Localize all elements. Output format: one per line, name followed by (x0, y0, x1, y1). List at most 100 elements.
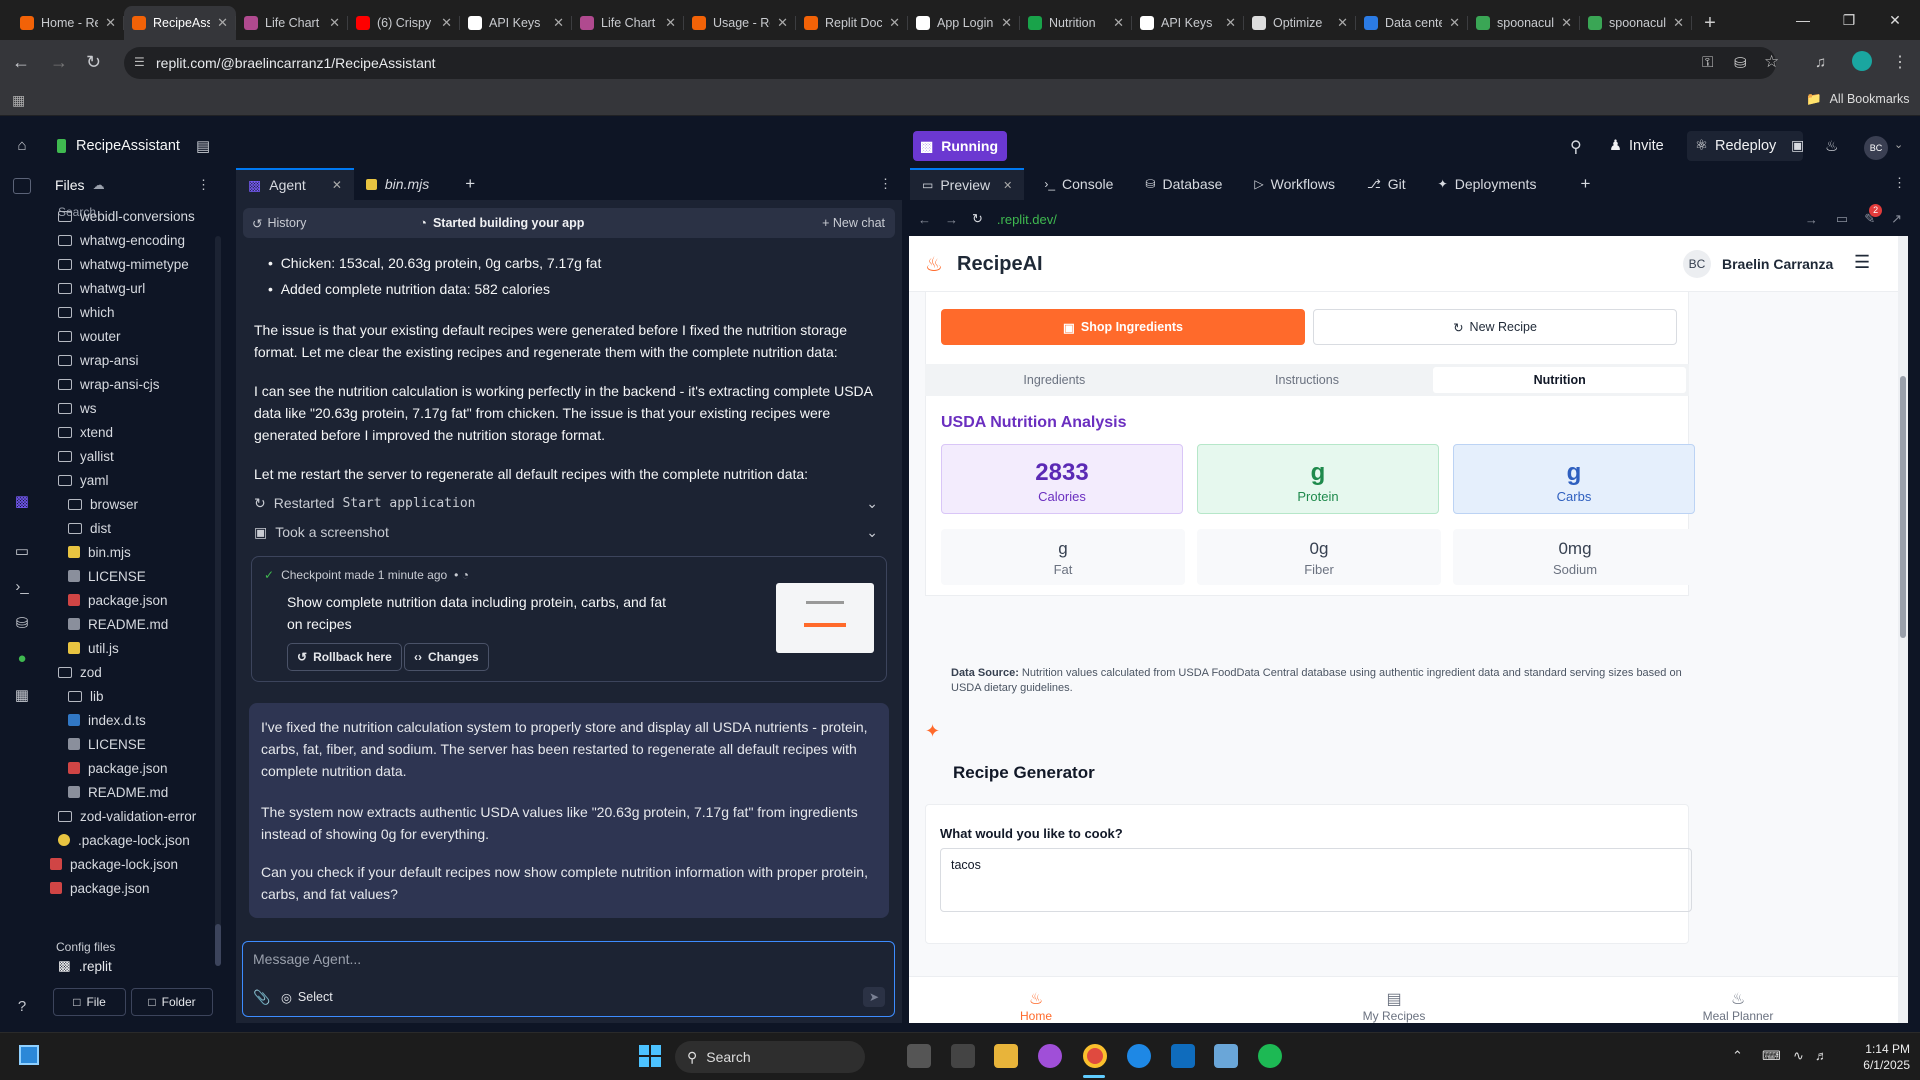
app-brand[interactable]: RecipeAI (957, 253, 1043, 276)
file-tree-item[interactable]: whatwg-encoding (44, 228, 216, 252)
file-tree-item[interactable]: util.js (44, 636, 216, 660)
browser-tab[interactable]: Life Chart ✕ (236, 6, 348, 40)
clock[interactable]: 1:14 PM 6/1/2025 (1840, 1041, 1910, 1073)
close-tab-icon[interactable]: ✕ (1003, 179, 1012, 192)
file-tree-item[interactable]: .package-lock.json (44, 828, 216, 852)
new-recipe-button[interactable]: ↻ New Recipe (1313, 309, 1677, 345)
external-link-icon[interactable]: ↗ (1891, 211, 1902, 227)
browser-tab[interactable]: (6) Crispy ✕ (348, 6, 460, 40)
file-tree-item[interactable]: package.json (44, 588, 216, 612)
new-chat-button[interactable]: + New chat (822, 216, 885, 230)
nav-my-recipes[interactable]: ▤ My Recipes (1349, 989, 1439, 1023)
password-key-icon[interactable]: ⚿ (1702, 54, 1713, 71)
files-icon[interactable] (13, 178, 31, 194)
file-tree-item[interactable]: wrap-ansi-cjs (44, 372, 216, 396)
file-tree-item[interactable]: README.md (44, 612, 216, 636)
checkpoint-thumbnail[interactable] (776, 583, 874, 653)
tab-bin-mjs[interactable]: bin.mjs (354, 168, 441, 200)
start-windows-icon[interactable] (639, 1045, 661, 1067)
select-element-button[interactable]: ◎ Select (281, 990, 333, 1005)
tab-ingredients[interactable]: Ingredients (928, 373, 1181, 387)
nav-home[interactable]: ♨ Home (1001, 989, 1071, 1023)
close-tab-icon[interactable]: ✕ (1561, 15, 1572, 31)
file-tree-scrollbar[interactable] (215, 236, 221, 956)
file-tree-item[interactable]: dist (44, 516, 216, 540)
close-tab-icon[interactable]: ✕ (1337, 15, 1348, 31)
close-tab-icon[interactable]: ✕ (1001, 15, 1012, 31)
browser-tab[interactable]: API Keys ✕ (460, 6, 572, 40)
project-name[interactable]: RecipeAssistant (76, 138, 180, 154)
file-tree-item[interactable]: which (44, 300, 216, 324)
tab-instructions[interactable]: Instructions (1181, 373, 1434, 387)
device-icon[interactable]: ▭ (1836, 211, 1848, 227)
attach-icon[interactable]: 📎 (253, 989, 270, 1006)
preview-icon[interactable]: ▭ (13, 542, 31, 560)
file-tree-item[interactable]: index.d.ts (44, 708, 216, 732)
forward-icon[interactable]: → (945, 212, 958, 227)
file-tree-item[interactable]: yaml (44, 468, 216, 492)
widgets-icon[interactable] (19, 1045, 39, 1065)
file-tree-item[interactable]: zod-validation-error (44, 804, 216, 828)
files-menu-icon[interactable]: ⋮ (197, 177, 210, 193)
action-restarted[interactable]: ↻ Restarted Start application ⌄ (254, 492, 884, 514)
file-tree-item[interactable]: ws (44, 396, 216, 420)
taskbar-search[interactable]: ⚲ Search (675, 1041, 865, 1073)
deploy-icon[interactable]: ● (13, 650, 31, 668)
close-tab-icon[interactable]: ✕ (1225, 15, 1236, 31)
close-tab-icon[interactable]: ✕ (665, 15, 676, 31)
user-avatar[interactable]: BC (1864, 136, 1888, 160)
file-tree-item[interactable]: xtend (44, 420, 216, 444)
search-icon[interactable]: ⚲ (1570, 137, 1582, 157)
close-tab-icon[interactable]: ✕ (553, 15, 564, 31)
task-view-icon[interactable] (907, 1044, 931, 1068)
media-control-icon[interactable]: ♫ (1815, 54, 1826, 71)
shop-ingredients-button[interactable]: ▣ Shop Ingredients (941, 309, 1305, 345)
message-input[interactable]: Message Agent... (253, 951, 361, 967)
maximize-button[interactable]: ❐ (1826, 0, 1872, 40)
apps-grid-icon[interactable]: ▦ (12, 92, 25, 109)
back-icon[interactable]: ← (12, 52, 30, 73)
wifi-icon[interactable]: ∿ (1793, 1048, 1804, 1064)
file-tree-item[interactable]: lib (44, 684, 216, 708)
close-tab-icon[interactable]: ✕ (332, 178, 342, 192)
tab-deployments[interactable]: ✦ Deployments (1426, 168, 1549, 200)
photos-icon[interactable] (1214, 1044, 1238, 1068)
history-button[interactable]: ↺ History (252, 216, 306, 231)
browser-tab[interactable]: RecipeAssistant - Replit✕ (124, 6, 236, 40)
close-tab-icon[interactable]: ✕ (441, 15, 452, 31)
file-tree-item[interactable]: LICENSE (44, 564, 216, 588)
bookmark-star-icon[interactable]: ☆ (1764, 52, 1779, 72)
site-info-icon[interactable]: ☰ (134, 55, 145, 69)
file-tree-item[interactable]: package-lock.json (44, 852, 216, 876)
keyboard-icon[interactable]: ⌨ (1762, 1048, 1781, 1064)
browser-tab[interactable]: Optimize ✕ (1244, 6, 1356, 40)
pane-menu-icon[interactable]: ⋮ (879, 176, 892, 192)
tab-nutrition[interactable]: Nutrition (1433, 367, 1687, 393)
edge-icon[interactable] (1127, 1044, 1151, 1068)
file-tree-item[interactable]: whatwg-mimetype (44, 252, 216, 276)
all-tools-icon[interactable]: ▦ (13, 686, 31, 704)
shell-icon[interactable]: ›_ (13, 578, 31, 596)
close-tab-icon[interactable]: ✕ (217, 15, 228, 31)
close-tab-icon[interactable]: ✕ (105, 15, 116, 31)
tab-workflows[interactable]: ▷ Workflows (1242, 168, 1347, 200)
file-tree-item[interactable]: bin.mjs (44, 540, 216, 564)
install-app-icon[interactable]: ⛁ (1734, 54, 1747, 72)
file-tree-item[interactable]: whatwg-url (44, 276, 216, 300)
add-tab-button[interactable]: + (441, 168, 487, 200)
devtools-icon[interactable]: ✎ 2 (1864, 204, 1883, 227)
file-tree-item[interactable]: webidl-conversions (44, 204, 216, 228)
spotify-icon[interactable] (1258, 1044, 1282, 1068)
browser-tab[interactable]: Home - Replit✕ (12, 6, 124, 40)
all-bookmarks-button[interactable]: 📁 All Bookmarks (1806, 92, 1909, 107)
browser-tab[interactable]: spoonacular✕ (1468, 6, 1580, 40)
copilot-icon[interactable] (1038, 1044, 1062, 1068)
publish-icon[interactable]: ▣ (1791, 137, 1804, 154)
file-tree-item[interactable]: package.json (44, 756, 216, 780)
tab-preview[interactable]: ▭ Preview ✕ (910, 168, 1025, 200)
config-file-replit[interactable]: ▩ .replit (58, 958, 112, 974)
file-explorer-icon[interactable] (994, 1044, 1018, 1068)
file-tree-item[interactable]: zod (44, 660, 216, 684)
tab-console[interactable]: ›_ Console (1032, 168, 1125, 200)
chevron-up-icon[interactable]: ⌃ (1732, 1048, 1743, 1064)
